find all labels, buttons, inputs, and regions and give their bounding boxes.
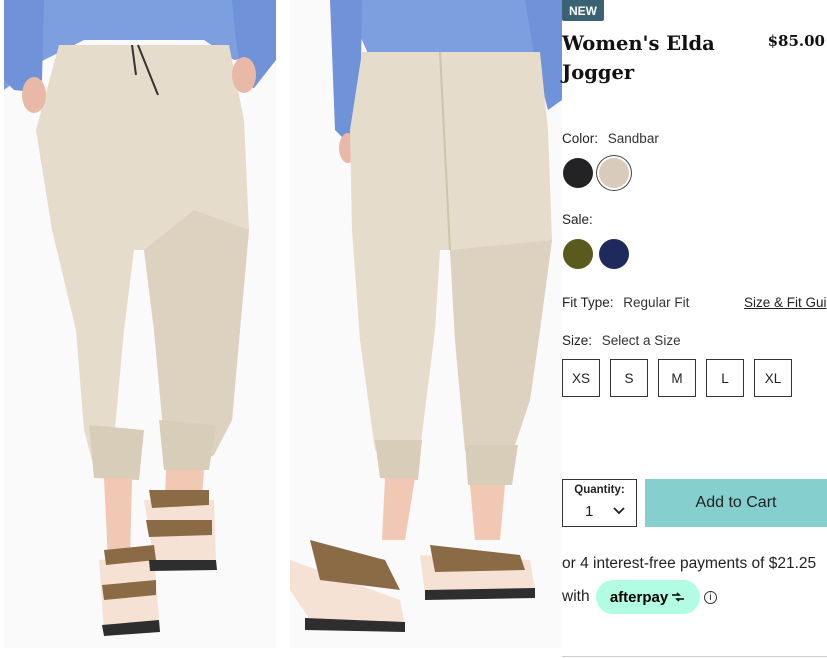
- size-option-xs[interactable]: XS: [562, 359, 600, 397]
- add-to-cart-button[interactable]: Add to Cart: [645, 479, 827, 527]
- product-price: $85.00: [767, 32, 825, 50]
- size-option-l[interactable]: L: [706, 359, 744, 397]
- swatch-black[interactable]: [563, 158, 593, 188]
- size-label: Size:: [562, 333, 593, 348]
- divider: [562, 656, 827, 657]
- sale-label: Sale:: [562, 212, 593, 227]
- size-label-row: Size: Select a Size: [562, 333, 681, 348]
- product-image-front[interactable]: [4, 0, 276, 648]
- fit-type-row: Fit Type: Regular Fit: [562, 295, 689, 310]
- quantity-select[interactable]: Quantity: 1: [562, 479, 637, 527]
- size-option-xl[interactable]: XL: [754, 359, 792, 397]
- fit-type-label: Fit Type:: [562, 295, 614, 310]
- new-badge: NEW: [562, 0, 604, 21]
- afterpay-with-text: with: [562, 588, 590, 605]
- afterpay-brand-text: afterpay: [609, 588, 669, 606]
- afterpay-logo[interactable]: afterpay: [596, 580, 700, 614]
- color-label: Color:: [562, 131, 599, 146]
- chevron-down-icon: [613, 504, 625, 518]
- afterpay-arrows-icon: [672, 592, 685, 602]
- color-label-row: Color: Sandbar: [562, 131, 659, 146]
- product-details-panel: NEW Women's Elda Jogger $85.00 Color: Sa…: [562, 0, 827, 658]
- color-value: Sandbar: [607, 131, 659, 146]
- fit-type-value: Regular Fit: [623, 295, 690, 310]
- size-fit-guide-link[interactable]: Size & Fit Gui: [744, 295, 827, 310]
- product-title: Women's Elda Jogger: [562, 32, 715, 84]
- quantity-value: 1: [585, 503, 594, 520]
- size-option-m[interactable]: M: [658, 359, 696, 397]
- swatch-olive[interactable]: [563, 239, 593, 269]
- product-image-back[interactable]: [290, 0, 562, 648]
- info-icon[interactable]: i: [704, 591, 717, 604]
- quantity-label: Quantity:: [574, 484, 625, 496]
- size-option-s[interactable]: S: [610, 359, 648, 397]
- size-value: Select a Size: [601, 333, 681, 348]
- swatch-navy[interactable]: [599, 239, 629, 269]
- swatch-sandbar[interactable]: [599, 158, 629, 188]
- afterpay-installments-text: or 4 interest-free payments of $21.25: [562, 555, 817, 572]
